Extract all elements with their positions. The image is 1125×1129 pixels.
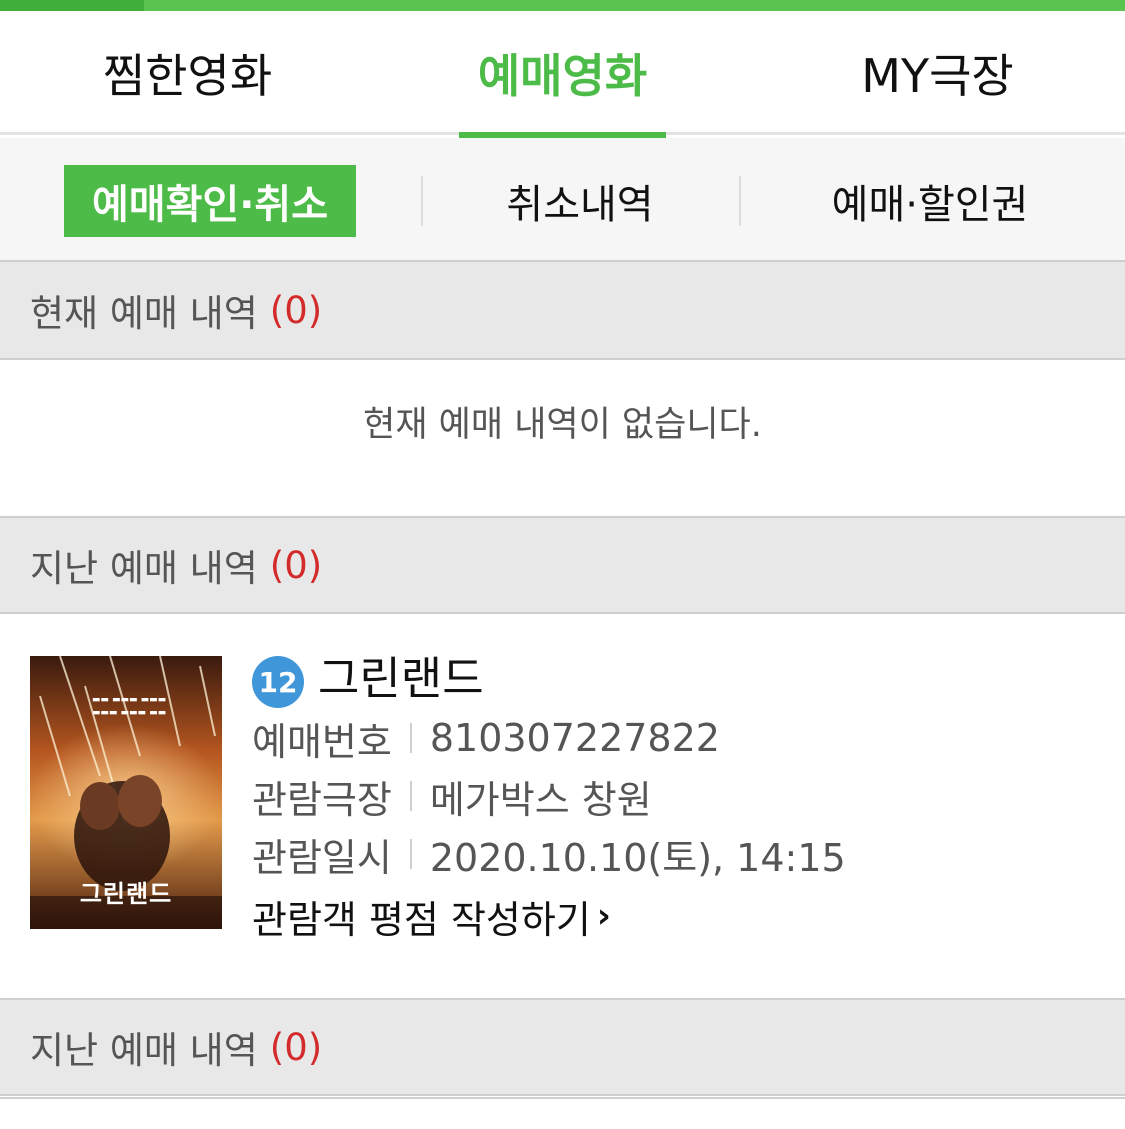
reservation-number-label: 예매번호 [252,719,392,764]
sub-tab-divider [739,176,741,226]
datetime-row: 관람일시 2020.10.10(토), 14:15 [252,824,846,884]
bottom-divider [0,1097,1125,1099]
main-tab-bar: 찜한영화 예매영화 MY극장 [0,11,1125,138]
tab-booked-movies-label: 예매영화 [477,49,648,103]
tab-my-theater[interactable]: MY극장 [800,11,1075,135]
datetime-label: 관람일시 [252,835,392,880]
section-count: (0) [269,543,323,587]
theater-row: 관람극장 메가박스 창원 [252,766,652,826]
top-progress-strip [0,0,1125,11]
section-title: 지난 예매 내역 [30,1029,258,1072]
theater-value: 메가박스 창원 [429,777,652,822]
poster-title: 그린랜드 [79,880,173,908]
past-bookings-header: 지난 예매 내역 (0) [0,516,1125,614]
section-count: (0) [269,288,323,332]
sub-tab-divider [421,176,423,226]
reservation-number-row: 예매번호 810307227822 [252,708,720,768]
field-separator [409,781,412,811]
booking-item[interactable]: ▬▬ ▬▬▬ ▬▬▬ ▬▬▬ ▬▬▬ ▬▬ 그린랜드 12 그린랜드 예매번호 8… [0,616,1125,998]
tab-booked-movies[interactable]: 예매영화 [459,11,666,138]
age-rating-badge: 12 [252,656,304,708]
sub-tab-bar: 예매확인·취소 취소내역 예매·할인권 [0,138,1125,262]
write-review-label: 관람객 평점 작성하기 [252,897,591,942]
section-title: 지난 예매 내역 [30,547,258,590]
reservation-number-value: 810307227822 [429,716,720,760]
movie-title[interactable]: 그린랜드 [318,646,484,712]
theater-label: 관람극장 [252,777,392,822]
subtab-cancel-history[interactable]: 취소내역 [440,165,720,237]
subtab-booking-check-cancel[interactable]: 예매확인·취소 [64,165,356,237]
chevron-right-icon: › [596,896,611,936]
tab-wishlist-movies[interactable]: 찜한영화 [40,11,335,135]
section-title: 현재 예매 내역 [30,292,258,335]
top-strip-segment [0,0,144,11]
poster-tagline-graphic: ▬▬ ▬▬▬ ▬▬▬ ▬▬▬ ▬▬▬ ▬▬ [91,695,167,718]
current-bookings-header: 현재 예매 내역 (0) [0,262,1125,360]
field-separator [409,839,412,869]
movie-poster[interactable]: ▬▬ ▬▬▬ ▬▬▬ ▬▬▬ ▬▬▬ ▬▬ 그린랜드 [30,656,222,929]
field-separator [409,723,412,753]
write-review-link[interactable]: 관람객 평점 작성하기 › [252,886,611,946]
empty-bookings-message: 현재 예매 내역이 없습니다. [363,404,762,445]
datetime-value: 2020.10.10(토), 14:15 [429,835,846,880]
past-bookings-header-2: 지난 예매 내역 (0) [0,998,1125,1096]
subtab-coupons[interactable]: 예매·할인권 [770,165,1090,237]
section-count: (0) [269,1025,323,1069]
